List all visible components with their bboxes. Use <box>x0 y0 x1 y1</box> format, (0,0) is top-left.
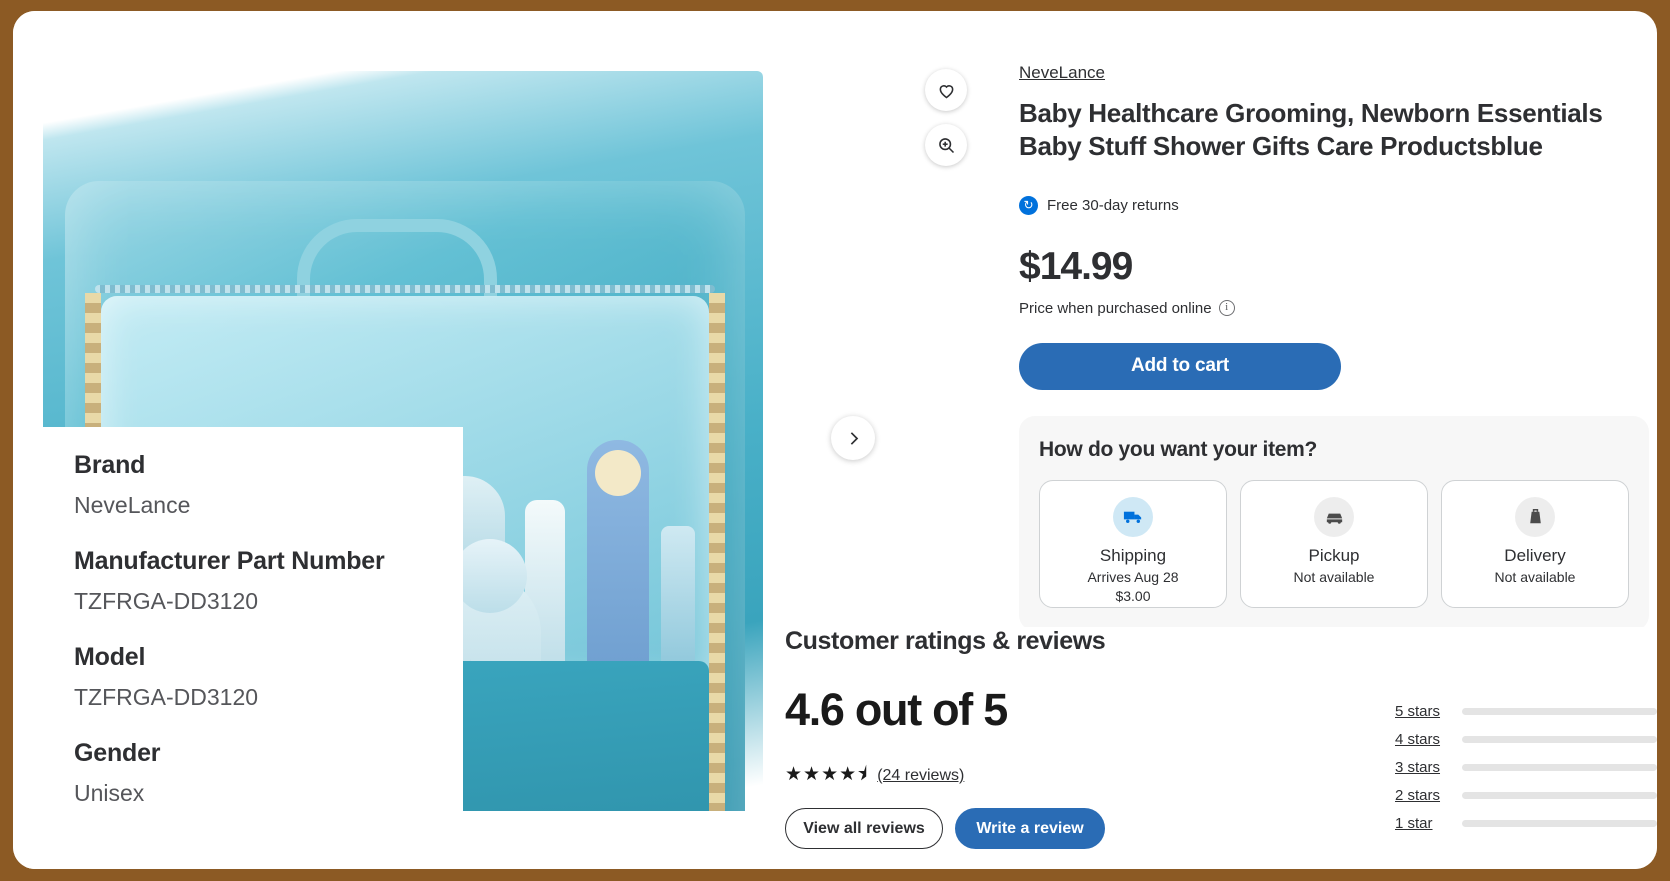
delivery-truck-icon <box>1113 496 1153 537</box>
rating-breakdown-track <box>1462 820 1657 827</box>
price-note-label: Price when purchased online <box>1019 299 1212 317</box>
bag-zipper <box>95 285 715 293</box>
fulfillment-panel: How do you want your item? Shipping Arri… <box>1019 415 1649 631</box>
fulfillment-name: Delivery <box>1504 545 1566 565</box>
rating-breakdown: 5 stars 4 stars 3 stars 2 stars 1 star <box>1395 703 1657 843</box>
delivery-bag-icon <box>1515 496 1555 537</box>
heart-icon[interactable] <box>925 69 967 111</box>
fulfillment-option-delivery[interactable]: Delivery Not available <box>1441 479 1629 608</box>
fulfillment-title: How do you want your item? <box>1039 437 1318 461</box>
product-page: Brand NeveLance Manufacturer Part Number… <box>13 11 1657 869</box>
star-rating-icon: ★★★★⯨ <box>785 764 869 785</box>
seller-link[interactable]: NeveLance <box>1019 63 1105 83</box>
product-price: $14.99 <box>1019 244 1133 288</box>
write-review-button[interactable]: Write a review <box>955 808 1105 849</box>
page-title: Baby Healthcare Grooming, Newborn Essent… <box>1019 98 1603 162</box>
product-specifications-panel: Brand NeveLance Manufacturer Part Number… <box>26 427 463 869</box>
spec-value-mpn: TZFRGA-DD3120 <box>74 588 259 614</box>
fulfillment-name: Shipping <box>1099 545 1167 565</box>
reviews-title: Customer ratings & reviews <box>785 627 1106 655</box>
character-toothbrush <box>587 440 649 676</box>
rating-breakdown-row[interactable]: 4 stars <box>1395 731 1657 748</box>
buybox: NeveLance Baby Healthcare Grooming, Newb… <box>1019 63 1649 631</box>
fulfillment-options: Shipping Arrives Aug 28 $3.00 Pickup Not… <box>1039 479 1629 608</box>
rating-breakdown-label[interactable]: 5 stars <box>1395 703 1451 720</box>
rating-breakdown-row[interactable]: 2 stars <box>1395 787 1657 804</box>
spec-label-brand: Brand <box>74 451 146 479</box>
rating-breakdown-track <box>1462 708 1657 715</box>
car-pickup-icon <box>1314 496 1354 537</box>
fulfillment-option-pickup[interactable]: Pickup Not available <box>1240 479 1428 608</box>
spec-value-gender: Unisex <box>74 780 145 806</box>
price-note: Price when purchased online i <box>1019 300 1649 317</box>
nail-clipper <box>661 526 695 676</box>
return-arrow-icon: ↻ <box>1019 195 1038 215</box>
rating-breakdown-track <box>1462 764 1657 771</box>
fulfillment-option-shipping[interactable]: Shipping Arrives Aug 28 $3.00 <box>1039 479 1227 608</box>
info-icon[interactable]: i <box>1218 300 1235 317</box>
returns-label: Free 30-day returns <box>1047 196 1179 214</box>
view-all-reviews-button[interactable]: View all reviews <box>785 808 943 849</box>
customer-reviews-section: Customer ratings & reviews 4.6 out of 5 … <box>785 627 1657 869</box>
rating-breakdown-track <box>1462 736 1657 743</box>
magnifier-plus-icon[interactable] <box>925 124 967 166</box>
fulfillment-sub: Arrives Aug 28 <box>1087 568 1179 585</box>
review-count-link[interactable]: (24 reviews) <box>877 767 964 785</box>
fulfillment-sub: Not available <box>1494 568 1576 585</box>
returns-badge: ↻ Free 30-day returns <box>1019 195 1649 215</box>
spec-label-model: Model <box>74 643 146 671</box>
rating-breakdown-row[interactable]: 5 stars <box>1395 703 1657 720</box>
chevron-right-icon[interactable] <box>831 416 875 460</box>
spec-value-brand: NeveLance <box>74 492 191 518</box>
spec-label-gender: Gender <box>74 739 161 767</box>
rating-breakdown-label[interactable]: 1 star <box>1395 815 1451 832</box>
fulfillment-sub: Not available <box>1293 568 1375 585</box>
add-to-cart-button[interactable]: Add to cart <box>1019 342 1341 390</box>
spec-value-model: TZFRGA-DD3120 <box>74 684 259 710</box>
rating-breakdown-label[interactable]: 4 stars <box>1395 731 1451 748</box>
spec-label-mpn: Manufacturer Part Number <box>74 547 385 575</box>
fulfillment-name: Pickup <box>1308 545 1360 565</box>
fulfillment-extra: $3.00 <box>1115 587 1151 604</box>
rating-breakdown-label[interactable]: 3 stars <box>1395 759 1451 776</box>
rating-breakdown-row[interactable]: 1 star <box>1395 815 1657 832</box>
bag-trim-right <box>709 293 725 811</box>
rating-breakdown-track <box>1462 792 1657 799</box>
rating-breakdown-label[interactable]: 2 stars <box>1395 787 1451 804</box>
rating-breakdown-row[interactable]: 3 stars <box>1395 759 1657 776</box>
